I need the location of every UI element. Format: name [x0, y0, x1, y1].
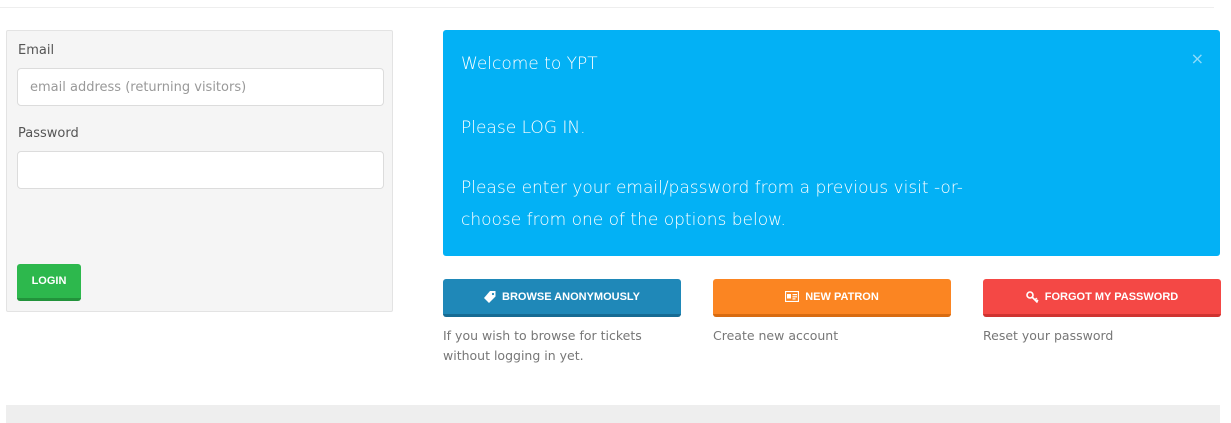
close-icon[interactable]: ×: [1191, 51, 1204, 67]
footer-bar: [6, 405, 1220, 423]
browse-anonymously-button[interactable]: BROWSE ANONYMOUSLY: [443, 279, 681, 317]
alert-instructions-line2: choose from one of the options below.: [461, 210, 786, 230]
browse-anonymously-label: BROWSE ANONYMOUSLY: [502, 290, 640, 303]
login-panel: Email Password LOGIN: [6, 30, 393, 312]
forgot-password-description: Reset your password: [983, 328, 1114, 343]
browse-anonymously-description: If you wish to browse for tickets withou…: [443, 328, 642, 363]
email-field[interactable]: [17, 68, 384, 106]
id-card-icon: [785, 291, 800, 302]
alert-instructions-line1: Please enter your email/password from a …: [461, 178, 963, 198]
forgot-password-button[interactable]: FORGOT MY PASSWORD: [983, 279, 1221, 317]
new-patron-label: NEW PATRON: [805, 290, 879, 303]
password-field[interactable]: [17, 151, 384, 189]
alert-title: Welcome to YPT: [461, 54, 598, 74]
tag-icon: [484, 290, 496, 303]
alert-login-prompt: Please LOG IN.: [461, 118, 586, 138]
new-patron-button[interactable]: NEW PATRON: [713, 279, 951, 317]
login-button[interactable]: LOGIN: [17, 264, 81, 301]
password-label: Password: [18, 126, 79, 141]
key-icon: [1025, 290, 1039, 303]
email-label: Email: [18, 43, 55, 58]
forgot-password-label: FORGOT MY PASSWORD: [1044, 290, 1179, 303]
welcome-alert: × Welcome to YPT Please LOG IN. Please e…: [443, 30, 1220, 256]
new-patron-description: Create new account: [713, 328, 839, 343]
top-divider: [0, 7, 1214, 8]
